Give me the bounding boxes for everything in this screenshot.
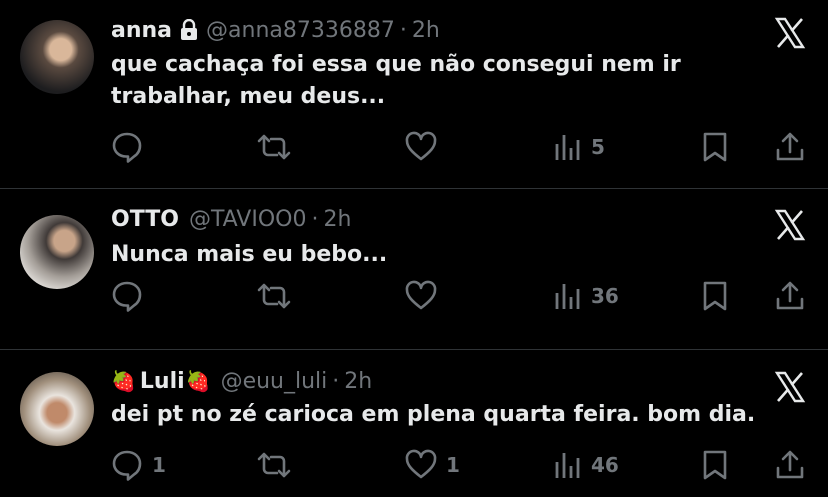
retweet-button[interactable] <box>256 448 300 482</box>
heart-icon <box>404 130 438 164</box>
tweet-text: dei pt no zé carioca em plena quarta fei… <box>111 402 756 427</box>
x-logo-icon[interactable] <box>774 209 806 241</box>
tweet-text: Nunca mais eu bebo... <box>111 242 388 267</box>
share-icon <box>774 449 806 481</box>
retweet-icon <box>256 130 292 164</box>
bookmark-button[interactable] <box>700 448 730 482</box>
reply-icon <box>110 279 144 313</box>
bookmark-icon <box>700 131 730 163</box>
bookmark-button[interactable] <box>700 279 730 313</box>
user-handle[interactable]: @anna87336887 <box>206 18 395 43</box>
reply-button[interactable] <box>110 279 152 313</box>
bookmark-icon <box>700 449 730 481</box>
tweet[interactable]: anna @anna87336887 · 2h que cachaça foi … <box>0 0 828 188</box>
tweet-header: anna @anna87336887 · 2h <box>111 15 440 45</box>
avatar[interactable] <box>20 215 94 289</box>
tweet-header: OTTO @TAVIOO0 · 2h <box>111 204 351 234</box>
tweet-text: que cachaça foi essa que não consegui ne… <box>111 52 681 109</box>
share-icon <box>774 280 806 312</box>
views-count: 46 <box>591 453 619 477</box>
reply-icon <box>110 448 144 482</box>
share-button[interactable] <box>774 279 806 313</box>
retweet-button[interactable] <box>256 130 300 164</box>
like-button[interactable]: 1 <box>404 448 460 482</box>
views-button[interactable]: 36 <box>553 279 619 313</box>
reply-button[interactable] <box>110 130 152 164</box>
lock-icon <box>180 19 198 41</box>
separator-dot: · <box>311 206 319 232</box>
views-count: 36 <box>591 284 619 308</box>
action-bar: 36 <box>0 279 828 313</box>
retweet-button[interactable] <box>256 279 300 313</box>
bookmark-button[interactable] <box>700 130 730 164</box>
retweet-icon <box>256 279 292 313</box>
display-name[interactable]: anna <box>111 18 172 43</box>
x-logo-icon[interactable] <box>774 371 806 403</box>
views-button[interactable]: 5 <box>553 130 605 164</box>
views-button[interactable]: 46 <box>553 448 619 482</box>
action-bar: 1 1 46 <box>0 448 828 482</box>
x-logo-icon[interactable] <box>774 17 806 49</box>
user-handle[interactable]: @euu_luli <box>221 369 328 394</box>
user-handle[interactable]: @TAVIOO0 <box>189 207 307 232</box>
heart-icon <box>404 448 438 482</box>
timestamp[interactable]: 2h <box>344 369 372 394</box>
display-name[interactable]: Luli <box>140 369 185 394</box>
share-button[interactable] <box>774 448 806 482</box>
views-icon <box>553 450 583 480</box>
like-button[interactable] <box>404 130 446 164</box>
retweet-icon <box>256 448 292 482</box>
tweet[interactable]: 🍓 Luli 🍓 @euu_luli · 2h dei pt no zé car… <box>0 350 828 497</box>
views-icon <box>553 281 583 311</box>
strawberry-emoji: 🍓 <box>111 369 136 393</box>
tweet[interactable]: OTTO @TAVIOO0 · 2h Nunca mais eu bebo... <box>0 189 828 349</box>
strawberry-emoji: 🍓 <box>185 369 211 393</box>
timestamp[interactable]: 2h <box>412 18 440 43</box>
like-button[interactable] <box>404 279 446 313</box>
timestamp[interactable]: 2h <box>323 207 351 232</box>
tweet-header: 🍓 Luli 🍓 @euu_luli · 2h <box>111 366 372 396</box>
avatar[interactable] <box>20 372 94 446</box>
display-name[interactable]: OTTO <box>111 207 179 232</box>
like-count: 1 <box>446 453 460 477</box>
heart-icon <box>404 279 438 313</box>
reply-icon <box>110 130 144 164</box>
reply-count: 1 <box>152 453 166 477</box>
avatar[interactable] <box>20 20 94 94</box>
share-icon <box>774 131 806 163</box>
views-count: 5 <box>591 135 605 159</box>
separator-dot: · <box>332 368 340 394</box>
action-bar: 5 <box>0 130 828 164</box>
share-button[interactable] <box>774 130 806 164</box>
separator-dot: · <box>399 17 407 43</box>
bookmark-icon <box>700 280 730 312</box>
views-icon <box>553 132 583 162</box>
reply-button[interactable]: 1 <box>110 448 166 482</box>
